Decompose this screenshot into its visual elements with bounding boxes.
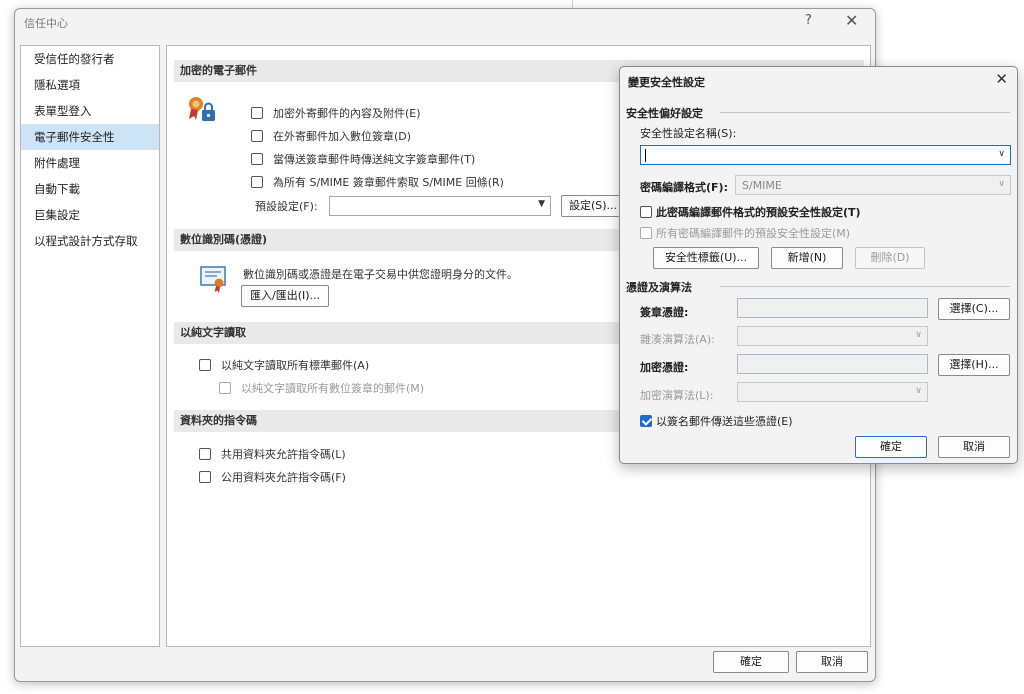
chevron-down-icon: ∨ xyxy=(915,386,922,396)
hash-algorithm-dropdown[interactable]: ∨ xyxy=(737,326,928,346)
dialog-cancel-button[interactable]: 取消 xyxy=(938,436,1010,458)
option-label: 為所有 S/MIME 簽章郵件索取 S/MIME 回條(R) xyxy=(273,176,504,189)
signing-cert-label: 簽章憑證: xyxy=(640,306,689,319)
option-label: 此密碼編譯郵件格式的預設安全性設定(T) xyxy=(656,206,861,219)
cancel-button[interactable]: 取消 xyxy=(796,651,868,673)
certificate-icon xyxy=(200,266,226,293)
receipt-checkbox[interactable] xyxy=(251,176,263,188)
default-for-all-option[interactable]: 所有密碼編譯郵件的預設安全性設定(M) xyxy=(640,225,850,241)
send-certs-checkbox[interactable] xyxy=(640,415,652,427)
option-encrypt-contents[interactable]: 加密外寄郵件的內容及附件(E) xyxy=(251,105,421,121)
option-add-signature[interactable]: 在外寄郵件加入數位簽章(D) xyxy=(251,128,411,144)
encrypt-cert-field xyxy=(737,354,928,374)
choose-encrypt-cert-button[interactable]: 選擇(H)... xyxy=(938,354,1010,376)
plain-text-checkbox[interactable] xyxy=(199,359,211,371)
option-shared-folder-script[interactable]: 共用資料夾允許指令碼(L) xyxy=(199,446,346,462)
sidebar: 受信任的發行者 隱私選項 表單型登入 電子郵件安全性 附件處理 自動下載 巨集設… xyxy=(20,45,160,647)
group-divider xyxy=(720,112,1010,113)
default-for-format-checkbox[interactable] xyxy=(640,206,652,218)
option-read-plain-text[interactable]: 以純文字讀取所有標準郵件(A) xyxy=(199,357,369,373)
option-label: 加密外寄郵件的內容及附件(E) xyxy=(273,107,421,120)
option-clear-text-signed[interactable]: 當傳送簽章郵件時傳送純文字簽章郵件(T) xyxy=(251,151,475,167)
sidebar-item-form-login[interactable]: 表單型登入 xyxy=(21,98,159,124)
setting-name-label: 安全性設定名稱(S): xyxy=(640,127,737,140)
option-label: 以純文字讀取所有標準郵件(A) xyxy=(221,359,370,372)
option-label: 所有密碼編譯郵件的預設安全性設定(M) xyxy=(656,227,851,240)
security-prefs-group-label: 安全性偏好設定 xyxy=(626,107,703,120)
shared-folder-checkbox[interactable] xyxy=(199,448,211,460)
option-label: 以純文字讀取所有數位簽章的郵件(M) xyxy=(241,382,425,395)
signing-cert-field xyxy=(737,298,928,318)
import-export-button[interactable]: 匯入/匯出(I)... xyxy=(241,285,329,307)
encrypt-algorithm-label: 加密演算法(L): xyxy=(640,389,714,402)
choose-signing-cert-button[interactable]: 選擇(C)... xyxy=(938,298,1010,320)
delete-button[interactable]: 刪除(D) xyxy=(855,247,925,269)
default-setting-label: 預設設定(F): xyxy=(255,200,318,213)
option-read-signed-plain-text[interactable]: 以純文字讀取所有數位簽章的郵件(M) xyxy=(219,380,424,396)
clear-text-checkbox[interactable] xyxy=(251,153,263,165)
change-security-settings-dialog: 變更安全性設定 ✕ 安全性偏好設定 安全性設定名稱(S): ∨ 密碼編譯格式(F… xyxy=(619,66,1018,464)
chevron-down-icon: ∨ xyxy=(915,330,922,340)
option-label: 公用資料夾允許指令碼(F) xyxy=(221,471,346,484)
encrypt-cert-label: 加密憑證: xyxy=(640,361,689,374)
sidebar-item-email-security[interactable]: 電子郵件安全性 xyxy=(21,124,159,150)
digital-id-description: 數位識別碼或憑證是在電子交易中供您證明身分的文件。 xyxy=(243,268,518,281)
send-certs-option[interactable]: 以簽名郵件傳送這些憑證(E) xyxy=(640,413,793,429)
window-title: 信任中心 xyxy=(24,17,68,30)
lock-certificate-icon xyxy=(189,97,215,121)
encrypt-algorithm-dropdown[interactable]: ∨ xyxy=(737,382,928,402)
option-label: 在外寄郵件加入數位簽章(D) xyxy=(273,130,412,143)
dialog-ok-button[interactable]: 確定 xyxy=(855,436,927,458)
chevron-down-icon: ∨ xyxy=(998,179,1005,189)
close-button[interactable]: ✕ xyxy=(845,11,858,30)
sidebar-item-trusted-publishers[interactable]: 受信任的發行者 xyxy=(21,46,159,72)
ok-button[interactable]: 確定 xyxy=(713,651,789,673)
chevron-down-icon[interactable]: ∨ xyxy=(998,149,1005,159)
option-label: 共用資料夾允許指令碼(L) xyxy=(221,448,346,461)
default-for-format-option[interactable]: 此密碼編譯郵件格式的預設安全性設定(T) xyxy=(640,204,861,220)
encrypt-checkbox[interactable] xyxy=(251,107,263,119)
sidebar-item-programmatic-access[interactable]: 以程式設計方式存取 xyxy=(21,228,159,254)
hash-algorithm-label: 雜湊演算法(A): xyxy=(640,333,715,346)
option-request-receipt[interactable]: 為所有 S/MIME 簽章郵件索取 S/MIME 回條(R) xyxy=(251,174,504,190)
crypto-format-value: S/MIME xyxy=(742,179,782,192)
default-for-all-checkbox[interactable] xyxy=(640,227,652,239)
option-label: 以簽名郵件傳送這些憑證(E) xyxy=(656,415,793,428)
sidebar-item-macros[interactable]: 巨集設定 xyxy=(21,202,159,228)
public-folder-checkbox[interactable] xyxy=(199,471,211,483)
signed-plain-text-checkbox[interactable] xyxy=(219,382,231,394)
sidebar-item-auto-download[interactable]: 自動下載 xyxy=(21,176,159,202)
crypto-format-dropdown[interactable]: S/MIME ∨ xyxy=(735,175,1011,195)
group-divider xyxy=(720,286,1010,287)
chevron-down-icon: ▼ xyxy=(538,199,545,209)
sidebar-item-attachments[interactable]: 附件處理 xyxy=(21,150,159,176)
signature-checkbox[interactable] xyxy=(251,130,263,142)
option-public-folder-script[interactable]: 公用資料夾允許指令碼(F) xyxy=(199,469,346,485)
new-button[interactable]: 新增(N) xyxy=(771,247,843,269)
help-button[interactable]: ? xyxy=(805,13,812,28)
sidebar-item-privacy[interactable]: 隱私選項 xyxy=(21,72,159,98)
default-setting-dropdown[interactable]: ▼ xyxy=(329,196,551,216)
option-label: 當傳送簽章郵件時傳送純文字簽章郵件(T) xyxy=(273,153,476,166)
dialog-close-icon[interactable]: ✕ xyxy=(995,70,1008,88)
security-labels-button[interactable]: 安全性標籤(U)... xyxy=(653,247,759,269)
setting-name-combobox[interactable]: ∨ xyxy=(640,145,1011,165)
crypto-format-label: 密碼編譯格式(F): xyxy=(640,181,728,194)
text-cursor xyxy=(645,149,646,162)
certs-group-label: 憑證及演算法 xyxy=(626,281,692,294)
dialog-title: 變更安全性設定 xyxy=(628,76,705,89)
settings-button[interactable]: 設定(S)... xyxy=(561,195,625,217)
